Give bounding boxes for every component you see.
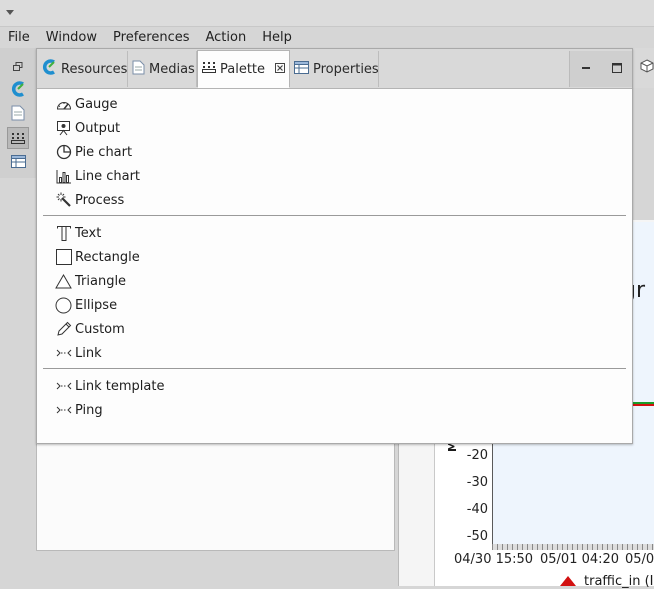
menu-help[interactable]: Help (254, 30, 300, 45)
palette-grid-icon (202, 61, 216, 77)
palette-item-ping[interactable]: Ping (55, 399, 103, 421)
table-icon[interactable] (9, 152, 27, 170)
palette-item-label: Ping (75, 402, 103, 418)
tab-label: Palette (220, 61, 266, 77)
palette-item-label: Custom (75, 321, 125, 337)
left-trim-stack (0, 48, 37, 178)
palette-item-label: Output (75, 120, 121, 136)
pencil-icon (55, 321, 72, 338)
resources-icon (41, 59, 57, 79)
y-tick: -30 (466, 475, 488, 490)
bar-chart-icon (55, 168, 72, 185)
menu-preferences[interactable]: Preferences (105, 30, 197, 45)
palette-item-label: Ellipse (75, 297, 118, 313)
palette-item-custom[interactable]: Custom (55, 318, 125, 340)
palette-item-label: Process (75, 192, 125, 208)
x-tick: 05/01 04:20 (540, 552, 620, 567)
palette-item-rectangle[interactable]: Rectangle (55, 246, 140, 268)
x-axis-ticks (492, 544, 654, 550)
triangle-icon (55, 273, 72, 290)
cube-icon[interactable] (640, 59, 654, 73)
palette-item-gauge[interactable]: Gauge (55, 93, 118, 115)
palette-item-label: Gauge (75, 96, 118, 112)
menu-action[interactable]: Action (198, 30, 255, 45)
tab-label: Resources (61, 61, 128, 77)
menu-file[interactable]: File (0, 30, 38, 45)
rectangle-icon (55, 249, 72, 266)
palette-window: Resources Medias Palette Properties Gaug… (36, 48, 633, 444)
close-icon[interactable] (275, 62, 286, 77)
link-icon (55, 402, 72, 419)
tab-palette[interactable]: Palette (197, 50, 290, 88)
maximize-icon[interactable] (611, 62, 622, 77)
title-strip (0, 0, 654, 27)
text-icon (55, 225, 72, 242)
link-icon (55, 378, 72, 395)
editor-panel (36, 440, 395, 551)
palette-item-link[interactable]: Link (55, 342, 102, 364)
table-icon (294, 60, 309, 78)
palette-item-process[interactable]: Process (55, 189, 124, 211)
palette-item-label: Text (75, 225, 102, 241)
magic-wand-icon (55, 192, 72, 209)
x-tick: 05/01 (625, 552, 654, 567)
view-tab-bar: Resources Medias Palette Properties (37, 49, 632, 89)
palette-item-label: Link (75, 345, 102, 361)
legend-label: traffic_in (I (584, 574, 654, 589)
document-icon (132, 60, 145, 79)
palette-item-label: Line chart (75, 168, 141, 184)
document-icon[interactable] (9, 104, 27, 122)
palette-item-label: Link template (75, 378, 165, 394)
separator (43, 368, 626, 369)
window-controls (569, 51, 632, 87)
palette-item-line-chart[interactable]: Line chart (55, 165, 140, 187)
ellipse-icon (55, 297, 72, 314)
menu-window[interactable]: Window (38, 30, 105, 45)
palette-item-text[interactable]: Text (55, 222, 101, 244)
y-tick: -50 (466, 529, 488, 544)
tab-properties[interactable]: Properties (290, 51, 379, 87)
right-trim (632, 48, 654, 88)
palette-grid-icon[interactable] (7, 127, 29, 149)
palette-item-pie-chart[interactable]: Pie chart (55, 141, 132, 163)
y-tick: -20 (466, 448, 488, 463)
pie-chart-icon (55, 144, 72, 161)
minimize-icon[interactable] (581, 62, 591, 77)
tab-medias[interactable]: Medias (128, 51, 197, 87)
tab-label: Medias (149, 61, 195, 77)
resources-icon[interactable] (9, 80, 27, 98)
palette-item-ellipse[interactable]: Ellipse (55, 294, 117, 316)
gauge-icon (55, 96, 72, 113)
palette-item-triangle[interactable]: Triangle (55, 270, 126, 292)
tab-resources[interactable]: Resources (37, 51, 128, 87)
link-icon (55, 345, 72, 362)
output-icon (55, 120, 72, 137)
separator (43, 215, 626, 216)
y-tick: -40 (466, 502, 488, 517)
palette-item-label: Triangle (75, 273, 127, 289)
palette-item-label: Rectangle (75, 249, 140, 265)
palette-item-output[interactable]: Output (55, 117, 120, 139)
view-menu-icon[interactable] (6, 10, 14, 15)
restore-icon[interactable] (9, 58, 27, 76)
menubar: File Window Preferences Action Help (0, 26, 654, 48)
palette-item-link-template[interactable]: Link template (55, 375, 164, 397)
palette-item-label: Pie chart (75, 144, 133, 160)
legend-marker-icon (560, 576, 576, 586)
tab-label: Properties (313, 61, 379, 77)
x-tick: 04/30 15:50 (454, 552, 534, 567)
